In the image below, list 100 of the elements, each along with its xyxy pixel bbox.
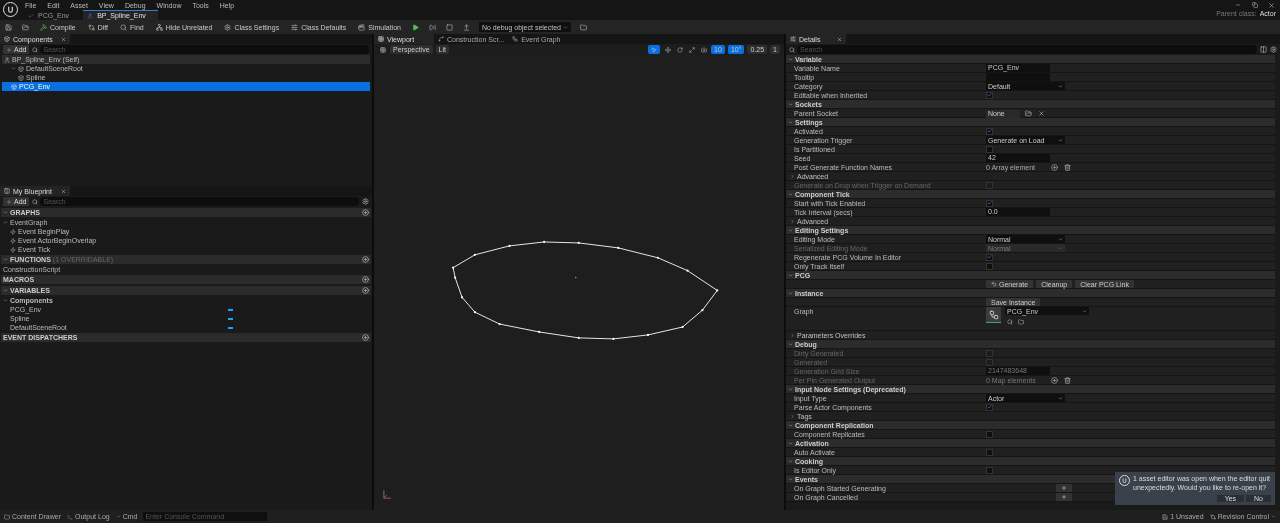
folder-button[interactable]: [1016, 317, 1025, 326]
network-icon: [155, 23, 163, 31]
caret-icon: [1271, 514, 1276, 519]
minimize-icon: [1234, 2, 1241, 8]
search-icon: [32, 198, 39, 205]
add-event-button[interactable]: [1056, 493, 1072, 501]
plus-icon: [1061, 485, 1067, 491]
close-icon: [837, 36, 842, 42]
caret-icon: [788, 119, 793, 125]
close-icon: [61, 36, 66, 42]
logo-letter-icon: [6, 5, 15, 14]
save-button[interactable]: [4, 22, 13, 32]
stop-icon: [445, 23, 453, 31]
close-icon: [1038, 110, 1045, 117]
rotate-icon: [676, 46, 683, 53]
hammer-icon: [40, 23, 47, 31]
save-icon: [5, 23, 12, 31]
save-icon: [1162, 513, 1169, 520]
function-icon: [438, 36, 444, 42]
folder-button[interactable]: [578, 22, 588, 32]
type-pill: [228, 317, 233, 320]
restore-button[interactable]: [1250, 0, 1259, 10]
component-icon: [18, 65, 24, 72]
caret-icon: [788, 290, 793, 296]
layout-icon: [1260, 46, 1267, 53]
settings-icon: [1270, 46, 1277, 53]
checkbox[interactable]: [986, 466, 993, 474]
play-icon: [411, 23, 419, 31]
browse-button[interactable]: [1005, 317, 1014, 326]
checkbox[interactable]: [986, 127, 993, 135]
play-button[interactable]: [410, 22, 420, 32]
delete-button[interactable]: [1063, 163, 1072, 172]
component-icon: [18, 74, 24, 81]
blueprint-icon: [87, 12, 94, 19]
event-icon: [10, 228, 16, 235]
checkbox[interactable]: [986, 430, 993, 438]
caret-icon: [1082, 308, 1087, 314]
stop-button[interactable]: [444, 22, 454, 32]
graph-icon: [512, 36, 519, 42]
browse-button[interactable]: [1024, 109, 1033, 118]
close-icon: [1268, 1, 1275, 9]
folder-icon: [1025, 110, 1032, 117]
search-icon: [789, 46, 795, 53]
checkbox[interactable]: [986, 262, 993, 270]
select-tool-button[interactable]: [648, 45, 661, 54]
scale-tool-button[interactable]: [687, 45, 697, 54]
camera-button[interactable]: [699, 45, 709, 54]
actor-icon: [4, 56, 10, 63]
move-tool-button[interactable]: [663, 45, 673, 54]
checkbox[interactable]: [986, 199, 993, 207]
scale-icon: [688, 46, 695, 53]
plus-icon: [1061, 494, 1067, 500]
add-element-button[interactable]: [1050, 163, 1059, 172]
add-icon: [362, 276, 369, 283]
move-icon: [664, 46, 671, 53]
axis-gizmo-icon: [383, 489, 392, 499]
eject-button[interactable]: [461, 22, 471, 32]
caret-icon: [788, 191, 793, 197]
caret-icon: [788, 386, 793, 392]
close-button[interactable]: [1267, 0, 1276, 10]
caret-icon: [3, 257, 8, 262]
plus-icon: [6, 46, 12, 53]
menu-button[interactable]: [378, 45, 387, 54]
rotate-tool-button[interactable]: [675, 45, 685, 54]
type-pill: [228, 308, 233, 311]
clear-button[interactable]: [1037, 109, 1046, 118]
caret-icon: [788, 56, 793, 62]
step-button[interactable]: [427, 22, 437, 32]
terminal-icon: [67, 513, 74, 520]
checkbox[interactable]: [986, 403, 993, 411]
pointer-icon: [651, 46, 658, 53]
add-icon: [362, 287, 369, 294]
undo-icon: [991, 281, 997, 287]
folder-icon: [4, 513, 10, 520]
folder-icon: [1017, 318, 1024, 325]
add-event-button[interactable]: [1056, 484, 1072, 492]
caret-icon: [11, 66, 16, 71]
plus-icon: [6, 198, 12, 205]
delete-button[interactable]: [1063, 376, 1072, 385]
checkbox[interactable]: [986, 91, 993, 99]
folder-icon: [22, 23, 29, 31]
checkbox[interactable]: [986, 145, 993, 153]
restore-icon: [1251, 2, 1258, 8]
branch-icon: [1209, 513, 1216, 520]
folder-icon: [579, 23, 587, 31]
browse-button[interactable]: [21, 22, 30, 32]
trash-icon: [1064, 164, 1071, 171]
checkbox[interactable]: [986, 253, 993, 261]
caret-icon: [115, 514, 121, 519]
checkbox[interactable]: [986, 448, 993, 456]
details-icon: [790, 36, 796, 42]
components-icon: [4, 36, 10, 42]
search-icon: [120, 23, 128, 31]
add-element-button[interactable]: [1050, 376, 1059, 385]
settings-icon: [362, 198, 369, 205]
trash-icon: [1064, 377, 1071, 384]
caret-icon: [788, 440, 793, 446]
event-icon: [10, 246, 16, 253]
tick-icon: [28, 12, 34, 19]
add-icon: [1051, 164, 1058, 171]
